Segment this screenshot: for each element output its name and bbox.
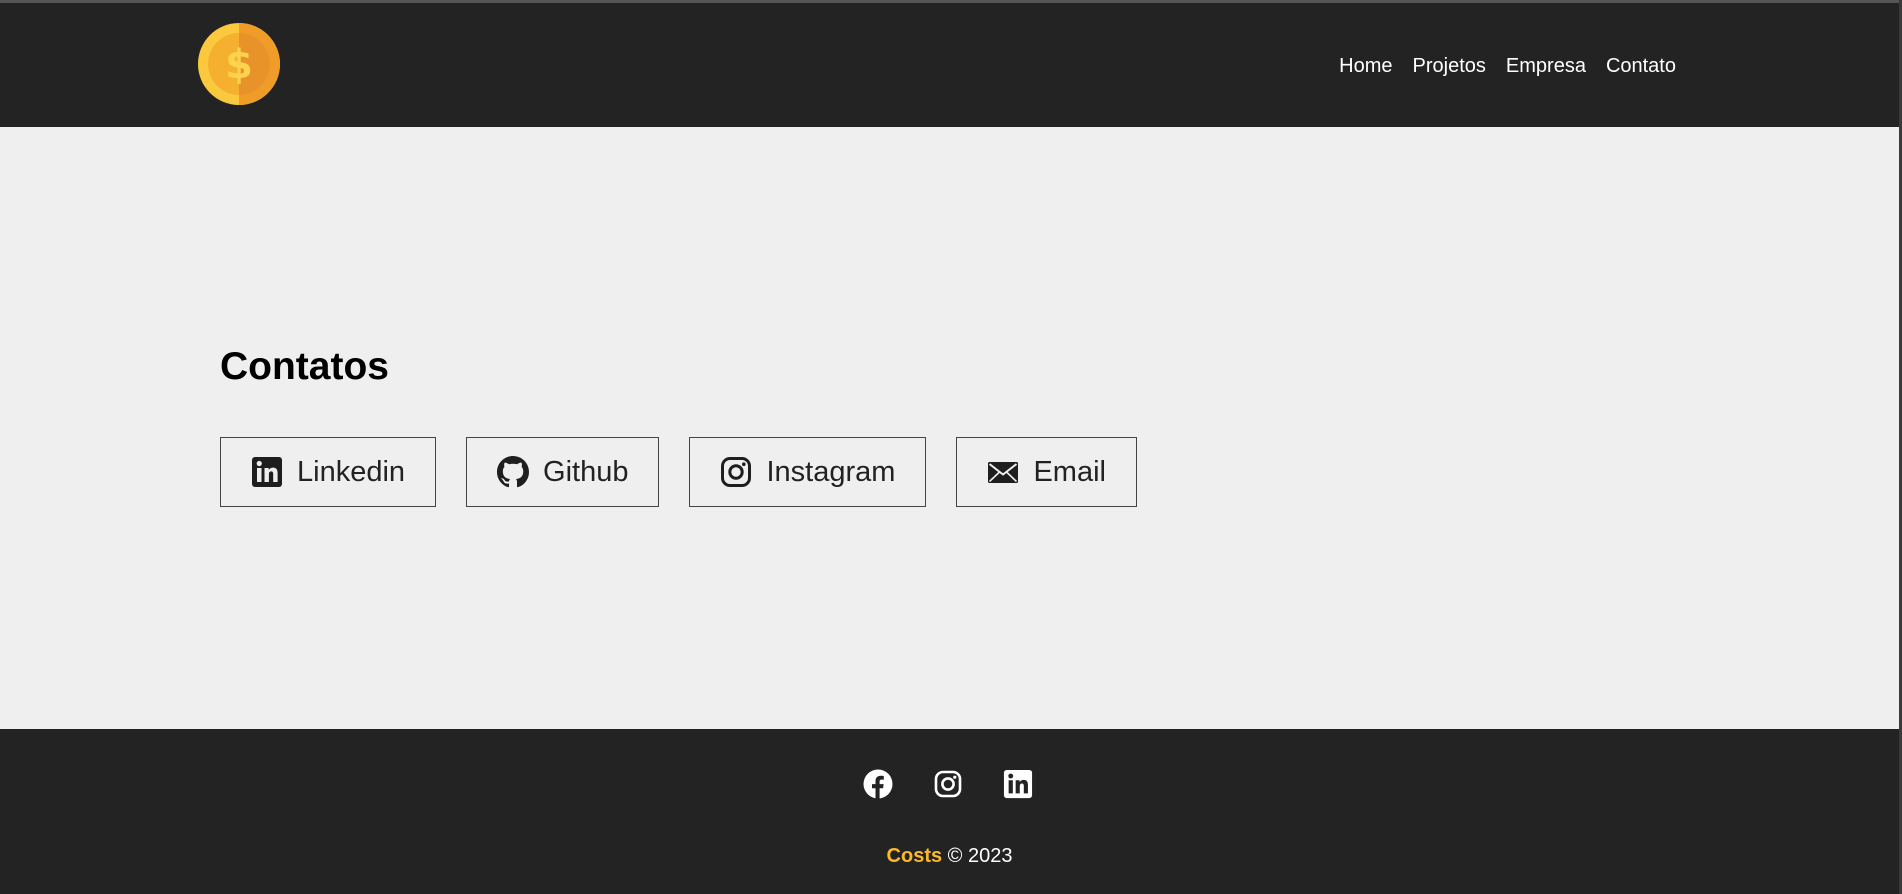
linkedin-icon <box>1003 769 1033 799</box>
footer-instagram-link[interactable] <box>933 769 963 799</box>
nav-link-projetos[interactable]: Projetos <box>1413 55 1486 77</box>
instagram-icon <box>721 457 752 487</box>
nav-menu: Home Projetos Empresa Contato <box>1339 55 1676 78</box>
nav-link-contato[interactable]: Contato <box>1606 55 1676 77</box>
github-icon <box>497 456 530 488</box>
footer-linkedin-link[interactable] <box>1003 769 1033 799</box>
linkedin-label: Linkedin <box>297 455 406 488</box>
dollar-coin-icon: $ <box>198 23 280 105</box>
nav-item-contato: Contato <box>1606 55 1676 78</box>
nav-link-home[interactable]: Home <box>1339 55 1392 77</box>
nav-item-home: Home <box>1339 55 1392 78</box>
github-button[interactable]: Github <box>466 437 660 507</box>
page: $ Home Projetos Empresa Contato Contatos… <box>0 0 1902 894</box>
svg-text:$: $ <box>225 42 253 88</box>
brand-name: Costs <box>886 845 943 867</box>
nav-item-projetos: Projetos <box>1413 55 1486 78</box>
email-button[interactable]: Email <box>956 437 1137 507</box>
facebook-link[interactable] <box>863 769 893 799</box>
logo-link[interactable]: $ <box>198 23 280 105</box>
facebook-icon <box>863 769 893 799</box>
linkedin-button[interactable]: Linkedin <box>220 437 437 507</box>
instagram-label: Instagram <box>766 455 896 488</box>
main-content: Contatos Linkedin Github Instagram Email <box>0 127 1899 729</box>
email-label: Email <box>1033 455 1106 488</box>
nav-item-empresa: Empresa <box>1506 55 1586 78</box>
nav-link-empresa[interactable]: Empresa <box>1506 55 1586 77</box>
instagram-icon <box>934 770 962 798</box>
page-title: Contatos <box>220 345 389 388</box>
github-label: Github <box>543 455 629 488</box>
footer: Costs © 2023 <box>0 729 1899 894</box>
copyright: Costs © 2023 <box>0 845 1899 868</box>
footer-social-links <box>863 769 1033 799</box>
copyright-text: © 2023 <box>947 845 1013 867</box>
instagram-button[interactable]: Instagram <box>689 437 927 507</box>
envelope-icon <box>988 462 1019 483</box>
contact-links: Linkedin Github Instagram Email <box>220 437 1137 507</box>
navbar: $ Home Projetos Empresa Contato <box>0 3 1899 127</box>
linkedin-icon <box>252 457 282 487</box>
